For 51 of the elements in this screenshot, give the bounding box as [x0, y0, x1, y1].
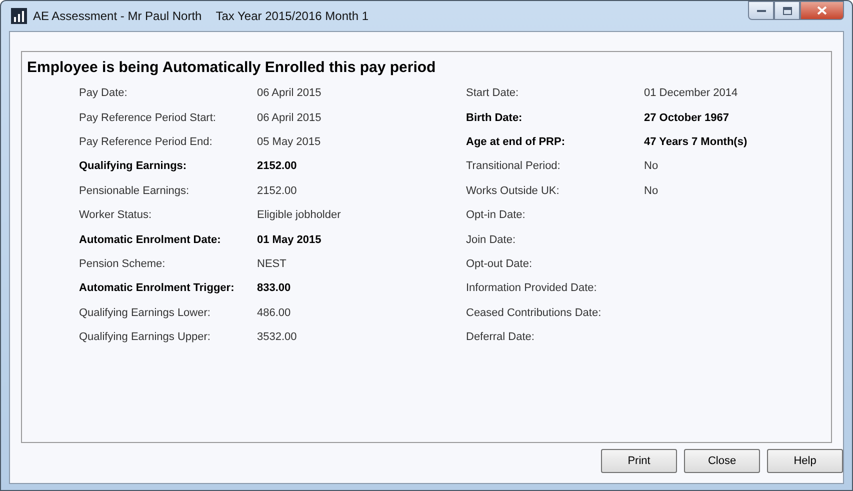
field-value: 2152.00: [257, 184, 298, 197]
field-value: No: [644, 184, 660, 197]
field-value: 06 April 2015: [257, 87, 322, 100]
field-label: Ceased Contributions Date:: [466, 306, 602, 319]
minimize-button[interactable]: [748, 1, 774, 20]
field-label: Birth Date:: [466, 112, 524, 124]
field-value: 833.00: [257, 282, 292, 294]
close-icon: [817, 6, 827, 15]
field-label: Automatic Enrolment Date:: [79, 234, 222, 246]
field-label: Deferral Date:: [466, 331, 536, 344]
field-value: 486.00: [257, 306, 292, 319]
minimize-icon: [756, 8, 766, 12]
window-subtitle: Tax Year 2015/2016 Month 1: [216, 9, 369, 23]
maximize-icon: [782, 6, 792, 14]
field-value: 47 Years 7 Month(s): [644, 136, 748, 148]
field-label: Automatic Enrolment Trigger:: [79, 282, 236, 294]
field-label: Worker Status:: [79, 209, 153, 222]
maximize-button[interactable]: [774, 1, 800, 20]
field-value: 2152.00: [257, 160, 298, 172]
field-label: Works Outside UK:: [466, 184, 560, 197]
dialog-button[interactable]: Close: [684, 449, 760, 473]
panel-heading: Employee is being Automatically Enrolled this pay period: [27, 59, 437, 76]
field-value: 01 December 2014: [644, 87, 739, 100]
field-label: Opt-out Date:: [466, 258, 534, 270]
field-label: Qualifying Earnings Lower:: [79, 306, 212, 319]
field-label: Transitional Period:: [466, 160, 562, 172]
dialog-button[interactable]: Help: [767, 449, 843, 473]
field-label: Pay Reference Period End:: [79, 136, 214, 148]
field-label: Age at end of PRP:: [466, 136, 566, 148]
field-label: Start Date:: [466, 87, 520, 100]
field-label: Opt-in Date:: [466, 209, 526, 222]
field-value: 3532.00: [257, 331, 298, 344]
field-label: Information Provided Date:: [466, 282, 598, 294]
close-button[interactable]: [800, 1, 844, 20]
window-title: AE Assessment - Mr Paul North: [33, 9, 202, 23]
field-label: Join Date:: [466, 234, 517, 246]
field-value: 27 October 1967: [644, 112, 730, 124]
field-value: No: [644, 160, 660, 172]
field-label: Pensionable Earnings:: [79, 184, 190, 197]
dialog-button[interactable]: Print: [601, 449, 677, 473]
field-value: 05 May 2015: [257, 136, 322, 148]
field-value: 01 May 2015: [257, 234, 322, 246]
field-label: Pay Date:: [79, 87, 128, 100]
field-value: 06 April 2015: [257, 112, 322, 124]
bar-chart-icon: [11, 8, 27, 24]
field-label: Qualifying Earnings:: [79, 160, 188, 172]
field-label: Pension Scheme:: [79, 258, 166, 270]
field-label: Qualifying Earnings Upper:: [79, 331, 212, 344]
field-label: Pay Reference Period Start:: [79, 112, 217, 124]
field-value: NEST: [257, 258, 288, 270]
field-value: Eligible jobholder: [257, 209, 342, 222]
